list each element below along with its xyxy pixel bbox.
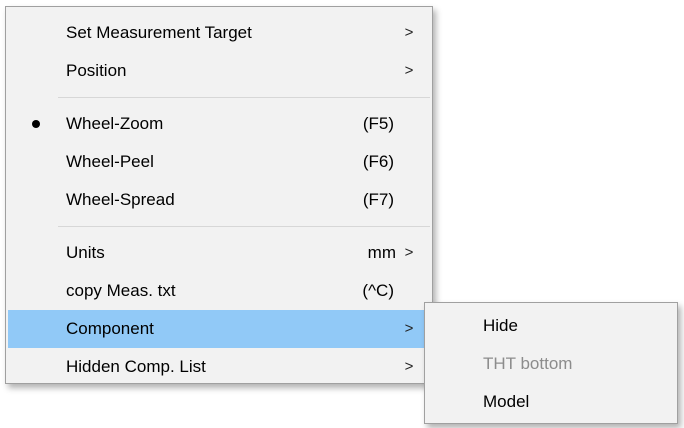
chevron-right-icon: > (404, 244, 414, 261)
menu-item-component[interactable]: Component > (8, 310, 430, 348)
menu-item-position[interactable]: Position > (8, 52, 430, 90)
menu-item-set-measurement-target[interactable]: Set Measurement Target > (8, 14, 430, 52)
menu-item-label: copy Meas. txt (66, 281, 176, 300)
chevron-right-icon: > (404, 320, 414, 337)
menu-item-hidden-comp-list[interactable]: Hidden Comp. List > (8, 348, 430, 386)
menu-item-label: Hide (483, 316, 518, 335)
menu-item-label: Wheel-Spread (66, 190, 175, 209)
chevron-right-icon: > (404, 24, 414, 41)
menu-item-label: Wheel-Zoom (66, 114, 164, 133)
menu-item-label: Set Measurement Target (66, 23, 252, 42)
menu-item-label: THT bottom (483, 354, 573, 373)
component-submenu: Hide THT bottom Model (424, 302, 678, 424)
submenu-item-hide[interactable]: Hide (427, 307, 675, 345)
menu-item-label: Model (483, 392, 530, 411)
menu-item-label: Units (66, 243, 105, 262)
chevron-right-icon: > (404, 358, 414, 375)
menu-item-shortcut: (^C) (362, 281, 394, 300)
menu-item-shortcut: (F6) (362, 152, 394, 171)
menu-item-wheel-spread[interactable]: Wheel-Spread (F7) (8, 181, 430, 219)
menu-item-shortcut: (F7) (362, 190, 394, 209)
menu-item-wheel-peel[interactable]: Wheel-Peel (F6) (8, 143, 430, 181)
menu-item-copy-meas-txt[interactable]: copy Meas. txt (^C) (8, 272, 430, 310)
context-menu: Set Measurement Target > Position > Whee… (5, 6, 433, 384)
menu-item-label: Hidden Comp. List (66, 357, 206, 376)
radio-bullet-icon (32, 120, 40, 128)
menu-item-label: Component (66, 319, 154, 338)
menu-item-shortcut: (F5) (362, 114, 394, 133)
screen: Set Measurement Target > Position > Whee… (0, 0, 684, 428)
menu-separator (58, 97, 430, 98)
submenu-item-model[interactable]: Model (427, 383, 675, 421)
menu-separator (58, 226, 430, 227)
chevron-right-icon: > (404, 62, 414, 79)
menu-item-label: Wheel-Peel (66, 152, 154, 171)
menu-item-wheel-zoom[interactable]: Wheel-Zoom (F5) (8, 105, 430, 143)
menu-item-units[interactable]: Units mm > (8, 234, 430, 272)
submenu-item-tht-bottom: THT bottom (427, 345, 675, 383)
menu-item-label: Position (66, 61, 127, 80)
menu-item-unit-value: mm (367, 243, 396, 262)
